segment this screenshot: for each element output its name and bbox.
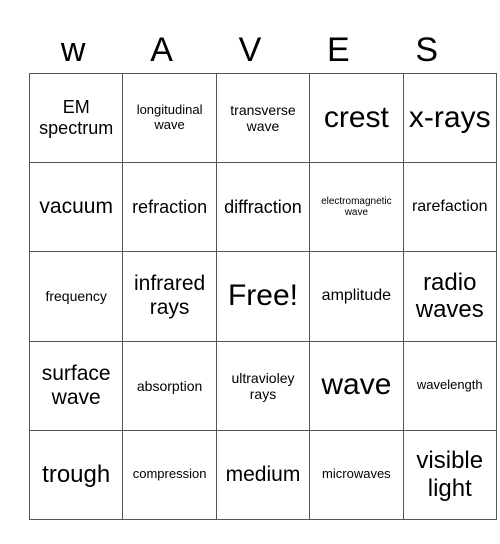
bingo-cell[interactable]: microwaves (309, 429, 404, 520)
grid-row: surface wave absorption ultravioley rays… (28, 340, 497, 431)
bingo-cell[interactable]: rarefaction (402, 162, 497, 253)
grid-row: trough compression medium microwaves vis… (28, 429, 497, 520)
bingo-header: w A V E S (29, 28, 471, 73)
bingo-cell[interactable]: frequency (28, 251, 124, 342)
header-letter-w: w (60, 31, 86, 69)
free-space-cell[interactable]: Free! (215, 251, 311, 342)
bingo-cell[interactable]: radio waves (402, 251, 497, 342)
bingo-cell[interactable]: ultravioley rays (215, 340, 311, 431)
bingo-cell[interactable]: EM spectrum (28, 72, 124, 164)
bingo-cell[interactable]: compression (122, 429, 217, 520)
bingo-grid: EM spectrum longitudinal wave transverse… (28, 72, 497, 520)
bingo-cell[interactable]: longitudinal wave (122, 72, 217, 164)
header-letter-a: A (150, 31, 173, 69)
bingo-cell[interactable]: wave (309, 340, 404, 431)
bingo-cell[interactable]: refraction (122, 162, 217, 253)
grid-row: frequency infrared rays Free! amplitude … (28, 251, 497, 342)
grid-row: EM spectrum longitudinal wave transverse… (28, 72, 497, 164)
bingo-cell[interactable]: crest (309, 72, 404, 164)
bingo-cell[interactable]: vacuum (28, 162, 124, 253)
header-letter-s: S (415, 31, 439, 69)
bingo-cell[interactable]: x-rays (402, 72, 497, 164)
bingo-cell[interactable]: electromagnetic wave (309, 162, 404, 253)
header-letter-v: V (238, 31, 262, 69)
bingo-cell[interactable]: absorption (122, 340, 217, 431)
grid-row: vacuum refraction diffraction electromag… (28, 162, 497, 253)
bingo-cell[interactable]: visible light (402, 429, 497, 520)
bingo-cell[interactable]: wavelength (402, 340, 497, 431)
bingo-cell[interactable]: surface wave (28, 340, 124, 431)
bingo-cell[interactable]: trough (28, 429, 124, 520)
bingo-cell[interactable]: medium (215, 429, 311, 520)
header-letter-e: E (327, 31, 350, 69)
bingo-cell[interactable]: transverse wave (215, 72, 311, 164)
bingo-cell[interactable]: infrared rays (122, 251, 217, 342)
bingo-cell[interactable]: diffraction (215, 162, 311, 253)
bingo-cell[interactable]: amplitude (309, 251, 404, 342)
